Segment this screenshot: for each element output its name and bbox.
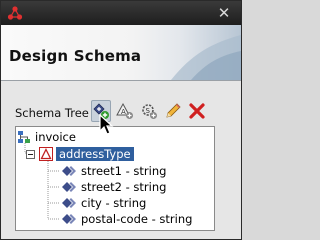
tree-node-label: street2 - string (81, 180, 167, 194)
page-title: Design Schema (9, 47, 142, 65)
tree-node-label: addressType (56, 147, 134, 161)
collapse-toggle-icon[interactable] (26, 149, 35, 159)
tree-node-field[interactable]: street2 - string (61, 179, 166, 195)
edit-button[interactable] (163, 100, 183, 122)
title-bar: ✕ (1, 1, 241, 25)
red-x-icon (189, 103, 205, 119)
element-icon (62, 214, 76, 224)
tree-node-field[interactable]: street1 - string (61, 163, 166, 179)
element-icon (62, 198, 76, 208)
schema-settings-button[interactable]: S (139, 100, 159, 122)
tree-node-label: city - string (81, 196, 147, 210)
schema-settings-icon: S (142, 104, 157, 119)
element-icon (62, 166, 76, 176)
close-button[interactable]: ✕ (215, 4, 233, 22)
header-decoration (171, 35, 241, 80)
tree-node-field[interactable]: postal-code - string (61, 211, 192, 227)
tree-node-field[interactable]: city - string (61, 195, 146, 211)
svg-text:A: A (121, 108, 126, 116)
dialog-header: Design Schema (1, 25, 241, 81)
pencil-icon (166, 103, 181, 118)
tree-node-label: invoice (35, 130, 76, 144)
app-logo-icon (7, 6, 23, 20)
add-attribute-button[interactable]: A (115, 100, 135, 122)
mouse-cursor-icon (99, 114, 114, 135)
tree-node-label: postal-code - string (81, 212, 193, 226)
schema-tree-label: Schema Tree (15, 106, 89, 120)
root-node-icon (18, 131, 30, 143)
tree-node-label: street1 - string (81, 164, 167, 178)
complex-type-icon (39, 147, 53, 161)
tree-node-root[interactable]: invoice (17, 129, 76, 145)
schema-tree[interactable]: invoice addressType street1 - string str… (15, 126, 215, 231)
delete-button[interactable] (187, 100, 207, 122)
element-icon (62, 182, 76, 192)
tree-node-type[interactable]: addressType (26, 146, 134, 162)
svg-text:S: S (146, 107, 151, 115)
add-attribute-icon: A (116, 102, 133, 119)
